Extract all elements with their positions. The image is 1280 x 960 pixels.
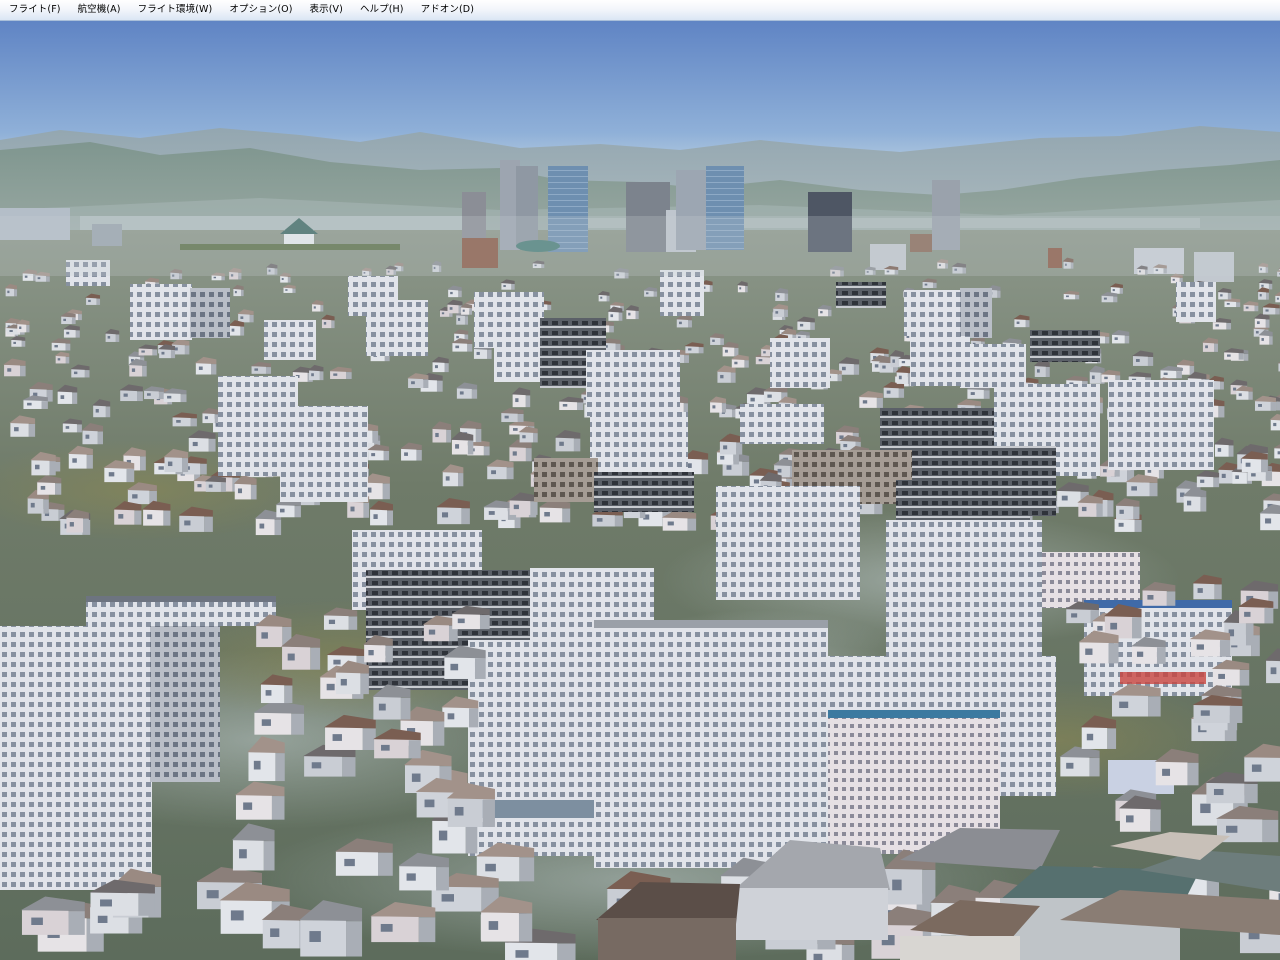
city-scenery [0,20,1280,960]
simulator-3d-view[interactable] [0,20,1280,960]
flight-simulator-window: フライト(F) 航空機(A) フライト環境(W) オプション(O) 表示(V) … [0,0,1280,960]
menu-flight-environment[interactable]: フライト環境(W) [129,0,221,20]
menu-aircraft[interactable]: 航空機(A) [69,0,129,20]
menu-options[interactable]: オプション(O) [220,0,300,20]
menu-help[interactable]: ヘルプ(H) [351,0,412,20]
menu-flight[interactable]: フライト(F) [0,0,69,20]
menu-addons[interactable]: アドオン(D) [412,0,482,20]
menu-bar: フライト(F) 航空機(A) フライト環境(W) オプション(O) 表示(V) … [0,0,1280,21]
menu-view[interactable]: 表示(V) [301,0,351,20]
